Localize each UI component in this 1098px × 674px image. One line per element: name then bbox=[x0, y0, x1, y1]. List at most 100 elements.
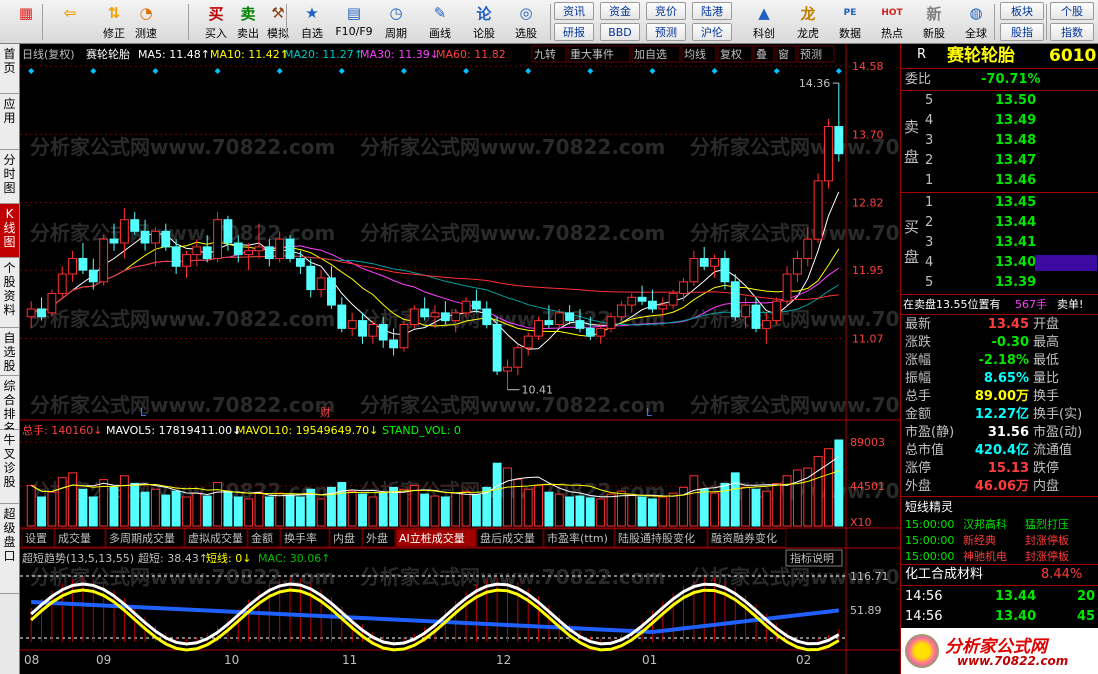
volume-bar bbox=[772, 482, 782, 527]
toolbar-quick-button[interactable]: 资讯 bbox=[554, 2, 594, 20]
sell-price[interactable]: 13.50 bbox=[995, 92, 1036, 110]
price-tick-label: 11.95 bbox=[852, 264, 884, 277]
toolbar-button-0[interactable]: ▦ bbox=[6, 0, 46, 44]
toolbar-button-7[interactable]: ★ 自选 bbox=[292, 0, 332, 44]
sector-pct: 8.44% bbox=[1041, 567, 1083, 582]
quote-row: 2 13.47 bbox=[901, 152, 1098, 170]
chart-tool-button-2[interactable]: 加自选 bbox=[631, 45, 681, 63]
toolbar-button-3[interactable]: ◔ 测速 bbox=[126, 0, 166, 44]
toolbar-button-8[interactable]: ▤ F10/F9 bbox=[334, 0, 374, 44]
stat-label: 内盘 bbox=[1033, 479, 1060, 494]
indicator-tab-10[interactable]: 市盈率(ttm) bbox=[543, 528, 615, 548]
indicator-tab-4[interactable]: 金额 bbox=[247, 528, 281, 548]
sell-price[interactable]: 13.49 bbox=[995, 112, 1036, 130]
toolbar-button-new-stock[interactable]: 新新股 bbox=[914, 0, 954, 44]
stock-code: 6010 bbox=[1049, 46, 1097, 66]
buy-price[interactable]: 13.45 bbox=[995, 194, 1036, 212]
volume-bar bbox=[720, 482, 730, 527]
toolbar-button-kechuang[interactable]: ▲ 科创 bbox=[744, 0, 784, 44]
toolbar-button-10[interactable]: ✎ 画线 bbox=[420, 0, 460, 44]
indicator-tab-0[interactable]: 设置 bbox=[21, 528, 55, 548]
chart-tool-button-5[interactable]: 叠 bbox=[753, 45, 775, 63]
buy-price[interactable]: 13.44 bbox=[995, 214, 1036, 232]
indicator-tab-3[interactable]: 虚拟成交量 bbox=[184, 528, 248, 548]
toolbar-quick-button[interactable]: 预测 bbox=[646, 23, 686, 41]
toolbar-quick-button[interactable]: 竞价 bbox=[646, 2, 686, 20]
tick-volume: 45 bbox=[1077, 609, 1096, 624]
chart-tool-button-1[interactable]: 重大事件 bbox=[567, 45, 631, 63]
toolbar-button-9[interactable]: ◷ 周期 bbox=[376, 0, 416, 44]
toolbar-button-label: 画线 bbox=[429, 27, 451, 40]
sell-price[interactable]: 13.47 bbox=[995, 152, 1036, 170]
indicator-tab-label: 设置 bbox=[25, 532, 47, 545]
indicator-tab-7[interactable]: 外盘 bbox=[362, 528, 396, 548]
toolbar-button-globe[interactable]: ◍ 全球 bbox=[956, 0, 996, 44]
left-tab-0[interactable]: 首页 bbox=[0, 44, 19, 94]
quote-row: 4 13.49 bbox=[901, 112, 1098, 130]
sell-price[interactable]: 13.48 bbox=[995, 132, 1036, 150]
left-tab-6[interactable]: 综合排名 bbox=[0, 376, 19, 435]
toolbar-quick-button[interactable]: 指数 bbox=[1050, 23, 1094, 41]
buy-price[interactable]: 13.39 bbox=[995, 274, 1036, 292]
toolbar-quick-button[interactable]: 陆港 bbox=[692, 2, 732, 20]
stat-label: 市盈(动) bbox=[1033, 425, 1083, 440]
toolbar-button-1[interactable]: ⇦ bbox=[50, 0, 90, 44]
kline-chart[interactable]: 分析家公式网www.70822.com 分析家公式网www.70822.com 分析… bbox=[20, 44, 995, 674]
toolbar-button-11[interactable]: 论论股 bbox=[464, 0, 504, 44]
toolbar-quick-button[interactable]: 板块 bbox=[1000, 2, 1044, 20]
toolbar-quick-button[interactable]: 股指 bbox=[1000, 23, 1044, 41]
event-marker[interactable]: L bbox=[140, 406, 147, 419]
indicator-tab-6[interactable]: 内盘 bbox=[329, 528, 363, 548]
left-tab-5[interactable]: 自选股 bbox=[0, 328, 19, 376]
chart-tool-button-0[interactable]: 九转 bbox=[531, 45, 567, 63]
candle bbox=[213, 211, 222, 263]
toolbar-quick-button[interactable]: 个股 bbox=[1050, 2, 1094, 20]
toolbar-button-12[interactable]: ◎ 选股 bbox=[506, 0, 546, 44]
chart-tool-button-7[interactable]: 预测 bbox=[797, 45, 835, 63]
event-marker[interactable]: L bbox=[646, 406, 653, 419]
volume-bar bbox=[409, 484, 419, 527]
stat-label: 金额 bbox=[905, 407, 932, 422]
jingling-title[interactable]: 短线精灵 bbox=[905, 498, 953, 516]
toolbar-button-pe[interactable]: PE 数据 bbox=[830, 0, 870, 44]
event-marker[interactable]: 财 bbox=[320, 405, 331, 419]
buy-price[interactable]: 13.40 bbox=[995, 254, 1036, 272]
indicator-tab-label: 多周期成交量 bbox=[109, 531, 175, 545]
chart-tool-button-6[interactable]: 窗 bbox=[775, 45, 797, 63]
quote-row: 金额 12.27亿 换手(实) bbox=[901, 406, 1098, 424]
toolbar-quick-button[interactable]: BBD bbox=[600, 23, 640, 41]
chart-tool-button-4[interactable]: 复权 bbox=[717, 45, 753, 63]
chart-tool-button-3[interactable]: 均线 bbox=[681, 45, 717, 63]
indicator-tab-12[interactable]: 融资融券变化 bbox=[707, 528, 787, 548]
volume-bar bbox=[461, 490, 471, 527]
toolbar-button-dragon-tiger[interactable]: 龙龙虎 bbox=[788, 0, 828, 44]
volume-bar bbox=[451, 492, 461, 527]
left-tab-1[interactable]: 应用 bbox=[0, 94, 19, 150]
toolbar-button-label: 热点 bbox=[881, 27, 903, 40]
indicator-tab-9[interactable]: 盘后成交量 bbox=[476, 528, 544, 548]
toolbar-quick-button[interactable]: 研报 bbox=[554, 23, 594, 41]
indicator-tab-8[interactable]: AI立桩成交量 bbox=[395, 528, 477, 548]
toolbar-button-hot[interactable]: HOT 热点 bbox=[872, 0, 912, 44]
left-tab-2[interactable]: 分时图 bbox=[0, 150, 19, 204]
buy-price[interactable]: 13.41 bbox=[995, 234, 1036, 252]
indicator-tab-2[interactable]: 多周期成交量 bbox=[105, 528, 185, 548]
indicator-tab-11[interactable]: 陆股通持股变化 bbox=[614, 528, 708, 548]
toolbar-quick-button[interactable]: 沪伦 bbox=[692, 23, 732, 41]
left-tab-4[interactable]: 个股资料 bbox=[0, 258, 19, 328]
volume-bar bbox=[824, 448, 833, 527]
stat-label: 换手(实) bbox=[1033, 407, 1083, 422]
indicator-help-button[interactable]: 指标说明 bbox=[785, 549, 843, 567]
left-tab-3[interactable]: K线图 bbox=[0, 204, 19, 258]
toolbar-quick-button[interactable]: 资金 bbox=[600, 2, 640, 20]
date-tick-label: 01 bbox=[642, 653, 657, 667]
indicator-tab-1[interactable]: 成交量 bbox=[54, 528, 106, 548]
sector-name[interactable]: 化工合成材料 bbox=[905, 566, 983, 584]
sell-price[interactable]: 13.46 bbox=[995, 172, 1036, 190]
chart-tool-button-label: 均线 bbox=[684, 47, 706, 61]
left-tab-8[interactable]: 超级盘口 bbox=[0, 504, 19, 594]
indicator-tab-5[interactable]: 换手率 bbox=[280, 528, 330, 548]
volume-bar bbox=[730, 472, 740, 527]
left-tab-7[interactable]: 牛叉诊股 bbox=[0, 430, 19, 504]
volume-bar bbox=[347, 490, 357, 527]
